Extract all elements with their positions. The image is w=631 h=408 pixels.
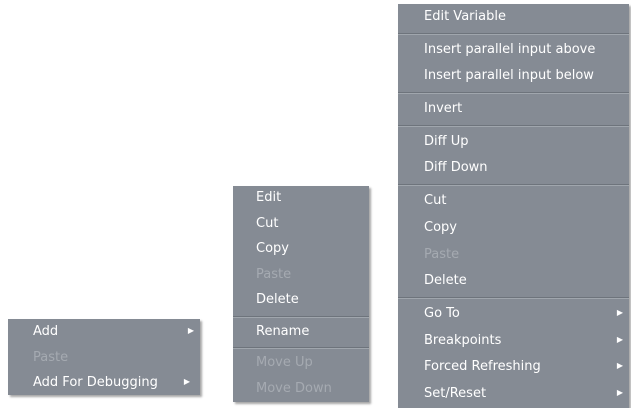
submenu-arrow-icon: ▶ bbox=[183, 377, 190, 386]
menu-item-paste: Paste bbox=[233, 263, 369, 289]
menu-item-insert-parallel-above[interactable]: Insert parallel input above bbox=[398, 37, 629, 64]
menu-item-label: Diff Up bbox=[424, 133, 469, 149]
menu-item-cut[interactable]: Cut bbox=[398, 188, 629, 215]
menu-item-label: Rename bbox=[256, 323, 310, 339]
menu-item-move-up: Move Up bbox=[233, 351, 369, 377]
menu-item-label: Delete bbox=[424, 273, 467, 289]
menu-item-label: Insert parallel input above bbox=[424, 41, 596, 57]
menu-item-label: Move Down bbox=[256, 380, 332, 396]
menu-item-label: Add For Debugging bbox=[33, 375, 158, 390]
menu-item-label: Paste bbox=[256, 266, 292, 282]
menu-item-label: Forced Refreshing bbox=[424, 359, 541, 375]
submenu-arrow-icon: ▶ bbox=[616, 307, 623, 317]
menu-item-add[interactable]: Add ▶ bbox=[8, 319, 200, 345]
menu-item-edit[interactable]: Edit bbox=[233, 186, 369, 212]
menu-separator bbox=[398, 296, 629, 299]
menu-separator bbox=[398, 124, 629, 127]
menu-item-label: Edit Variable bbox=[424, 9, 506, 24]
menu-item-insert-parallel-below[interactable]: Insert parallel input below bbox=[398, 63, 629, 90]
menu-item-label: Diff Down bbox=[424, 160, 488, 176]
menu-item-label: Paste bbox=[424, 246, 460, 262]
submenu-arrow-icon: ▶ bbox=[616, 334, 623, 344]
menu-item-delete[interactable]: Delete bbox=[398, 268, 629, 295]
menu-item-forced-refreshing[interactable]: Forced Refreshing ▶ bbox=[398, 354, 629, 381]
menu-item-breakpoints[interactable]: Breakpoints ▶ bbox=[398, 328, 629, 355]
menu-item-invert[interactable]: Invert bbox=[398, 96, 629, 123]
menu-item-add-for-debugging[interactable]: Add For Debugging ▶ bbox=[8, 370, 200, 395]
menu-item-label: Copy bbox=[424, 219, 457, 235]
menu-separator bbox=[398, 32, 629, 35]
menu-item-cut[interactable]: Cut bbox=[233, 212, 369, 238]
submenu-arrow-icon: ▶ bbox=[616, 361, 623, 371]
menu-separator bbox=[398, 184, 629, 187]
menu-item-set-reset[interactable]: Set/Reset ▶ bbox=[398, 381, 629, 408]
menu-item-label: Breakpoints bbox=[424, 332, 502, 348]
menu-separator bbox=[398, 92, 629, 95]
menu-item-copy[interactable]: Copy bbox=[233, 237, 369, 263]
menu-item-copy[interactable]: Copy bbox=[398, 215, 629, 242]
menu-item-move-down: Move Down bbox=[233, 377, 369, 403]
menu-item-label: Copy bbox=[256, 241, 289, 256]
context-menu-add: Add ▶ Paste Add For Debugging ▶ bbox=[8, 319, 200, 395]
menu-item-paste: Paste bbox=[398, 242, 629, 269]
menu-item-label: Delete bbox=[256, 292, 299, 307]
menu-item-rename[interactable]: Rename bbox=[233, 320, 369, 346]
menu-item-label: Add bbox=[33, 324, 59, 339]
menu-separator bbox=[233, 347, 369, 349]
menu-item-go-to[interactable]: Go To ▶ bbox=[398, 301, 629, 328]
menu-item-delete[interactable]: Delete bbox=[233, 288, 369, 314]
menu-item-label: Cut bbox=[424, 193, 447, 209]
submenu-arrow-icon: ▶ bbox=[187, 326, 194, 335]
context-menu-variable: Edit Variable Insert parallel input abov… bbox=[398, 4, 629, 408]
menu-separator bbox=[233, 315, 369, 318]
menu-item-label: Invert bbox=[424, 101, 463, 117]
context-menu-edit: Edit Cut Copy Paste Delete Rename Move U… bbox=[233, 186, 369, 402]
menu-item-label: Cut bbox=[256, 215, 279, 231]
menu-item-edit-variable[interactable]: Edit Variable bbox=[398, 4, 629, 31]
menu-item-label: Move Up bbox=[256, 355, 313, 370]
menu-item-diff-up[interactable]: Diff Up bbox=[398, 129, 629, 156]
menu-item-label: Go To bbox=[424, 305, 460, 321]
submenu-arrow-icon: ▶ bbox=[616, 387, 623, 397]
menu-item-diff-down[interactable]: Diff Down bbox=[398, 155, 629, 182]
menu-item-label: Edit bbox=[256, 190, 282, 205]
menu-item-label: Paste bbox=[33, 350, 69, 365]
menu-item-paste: Paste bbox=[8, 345, 200, 370]
menu-item-label: Set/Reset bbox=[424, 385, 487, 401]
menu-item-label: Insert parallel input below bbox=[424, 68, 594, 84]
